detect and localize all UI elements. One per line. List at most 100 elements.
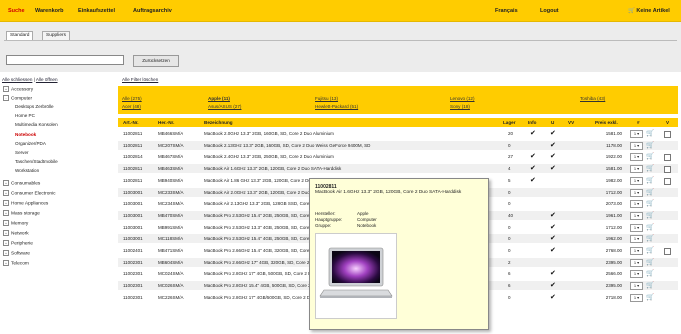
add-to-cart-icon[interactable]: 🛒 (646, 246, 654, 254)
language-link[interactable]: Français (495, 8, 518, 14)
sidebar-item-desktops[interactable]: Desktops Zerbrölle (15, 104, 54, 109)
filter-sony[interactable]: Sony (18) (450, 104, 470, 109)
sidebar-item-server[interactable]: Server (15, 150, 29, 155)
add-to-cart-icon[interactable]: 🛒 (646, 269, 654, 277)
nav-auftragsarchiv[interactable]: Auftragsarchiv (133, 8, 172, 14)
filter-fujitsu[interactable]: Fujitsu (13) (315, 96, 338, 101)
tab-suppliers[interactable]: Suppliers (42, 31, 70, 40)
category-consumables[interactable]: + Consumables (3, 180, 40, 186)
category-telecom[interactable]: + Telecom (3, 260, 29, 266)
quantity-input[interactable]: 1 ▾ (630, 130, 643, 138)
add-to-cart-icon[interactable]: 🛒 (646, 234, 654, 242)
search-input[interactable] (6, 55, 124, 65)
art-nr-link[interactable]: 11002811 (123, 131, 142, 136)
add-to-cart-icon[interactable]: 🛒 (646, 129, 654, 137)
quantity-input[interactable]: 1 ▾ (630, 235, 643, 244)
sidebar-item-taschen[interactable]: Taschen/Stadtmobile (15, 159, 58, 164)
add-to-cart-icon[interactable]: 🛒 (646, 141, 654, 149)
filter-all[interactable]: Alle (275) (122, 96, 142, 101)
add-to-cart-icon[interactable]: 🛒 (646, 176, 654, 184)
compare-checkbox[interactable] (664, 177, 671, 185)
add-to-cart-icon[interactable]: 🛒 (646, 152, 654, 160)
add-to-cart-icon[interactable]: 🛒 (646, 199, 654, 207)
category-software[interactable]: + Software (3, 250, 30, 256)
category-home-appliances[interactable]: + Home Appliances (3, 200, 48, 206)
quantity-input[interactable]: 1 ▾ (630, 211, 643, 220)
clear-filters-link[interactable]: Alle Filter löschen (122, 77, 158, 82)
nav-suche[interactable]: Suche (8, 8, 25, 14)
art-nr-link[interactable]: 11002401 (123, 248, 143, 253)
quantity-input[interactable]: 1 ▾ (630, 176, 643, 185)
quantity-input[interactable]: 1 ▾ (630, 247, 643, 255)
add-to-cart-icon[interactable]: 🛒 (646, 281, 654, 289)
compare-checkbox[interactable] (664, 166, 671, 174)
quantity-input[interactable]: 1 ▾ (630, 282, 643, 291)
quantity-input[interactable]: 1 ▾ (630, 293, 643, 302)
art-nr-link[interactable]: 11003001 (123, 201, 143, 206)
art-nr-link[interactable]: 11003001 (123, 190, 143, 195)
logout-link[interactable]: Logout (540, 8, 559, 14)
collapse-all-link[interactable]: Alle schliessen (2, 77, 32, 82)
nav-warenkorb[interactable]: Warenkorb (35, 8, 64, 14)
quantity-input[interactable]: 1 ▾ (630, 141, 643, 150)
art-nr-link[interactable]: 11003001 (123, 236, 143, 241)
add-to-cart-icon[interactable]: 🛒 (646, 223, 654, 231)
filter-lenovo[interactable]: Lenovo (12) (450, 96, 475, 101)
filter-hp[interactable]: Hewlett-Packard (51) (315, 104, 358, 109)
reset-button[interactable]: Zurücksetzen (133, 55, 179, 67)
add-to-cart-icon[interactable]: 🛒 (646, 211, 654, 219)
sidebar-item-multimedia[interactable]: Multimedia Konsolen (15, 122, 58, 127)
category-network[interactable]: + Network (3, 230, 29, 236)
quantity-input[interactable]: 1 ▾ (630, 188, 643, 197)
col-bezeichnung[interactable]: Bezeichnung (204, 120, 233, 125)
art-nr-link[interactable]: 11002301 (123, 271, 143, 276)
col-her-nr[interactable]: Her.-Nr. (158, 120, 174, 125)
add-to-cart-icon[interactable]: 🛒 (646, 293, 654, 301)
art-nr-link[interactable]: 11002301 (123, 260, 143, 265)
quantity-input[interactable]: 1 ▾ (630, 270, 643, 279)
add-to-cart-icon[interactable]: 🛒 (646, 164, 654, 172)
nav-einkaufszettel[interactable]: Einkaufszettel (78, 8, 115, 14)
quantity-input[interactable]: 1 ▾ (630, 258, 643, 267)
category-computer[interactable]: - Computer (3, 95, 32, 101)
art-nr-link[interactable]: 11003001 (123, 225, 143, 230)
quantity-input[interactable]: 1 ▾ (630, 223, 643, 232)
art-nr-link[interactable]: 11002814 (123, 154, 143, 159)
quantity-input[interactable]: 1 ▾ (630, 200, 643, 209)
table-row[interactable]: 11002814 MB467SM/A MacBook 2.4GHz 13.3" 2G… (118, 152, 678, 162)
expand-all-link[interactable]: Alle öffnen (36, 77, 58, 82)
product-description[interactable]: MacBook 2.4GHz 13.3" 2GB, 250GB, SD, Cor… (204, 154, 394, 159)
add-to-cart-icon[interactable]: 🛒 (646, 188, 654, 196)
product-description[interactable]: MacBook 2.0GHz 13.3" 2GB, 160GB, SD, Cor… (204, 131, 394, 136)
table-row[interactable]: 11002811 MC207SM/A MacBook 2.13GHz 13.3" 2… (118, 140, 678, 150)
table-row[interactable]: 11002811 MB463SM/A MacBook Air 1.6GHz 13.3… (118, 164, 678, 174)
filter-toshiba[interactable]: Toshiba (43) (580, 96, 605, 101)
quantity-input[interactable]: 1 ▾ (630, 165, 643, 174)
art-nr-link[interactable]: 11002301 (123, 283, 143, 288)
art-nr-link[interactable]: 11002301 (123, 295, 143, 300)
product-description[interactable]: MacBook 2.13GHz 13.3" 2GB, 160GB, SD, Co… (204, 143, 394, 148)
filter-acer[interactable]: Acer (48) (122, 104, 141, 109)
add-to-cart-icon[interactable]: 🛒 (646, 258, 654, 266)
compare-checkbox[interactable] (664, 248, 671, 255)
art-nr-link[interactable]: 11002811 (123, 166, 142, 171)
art-nr-link[interactable]: 11002811 (123, 143, 142, 148)
col-lager[interactable]: Lager (503, 120, 516, 125)
category-accessory[interactable]: + Accessory (3, 86, 33, 92)
category-mass-storage[interactable]: + Mass storage (3, 210, 40, 216)
sidebar-item-notebook[interactable]: Notebook (15, 132, 36, 137)
col-art-nr[interactable]: Art.-Nr. (123, 120, 139, 125)
sidebar-item-organizer[interactable]: Organizer/PDA (15, 141, 46, 146)
filter-asus[interactable]: Asus/ASUS (27) (208, 104, 241, 109)
filter-apple[interactable]: Apple (11) (208, 96, 230, 101)
cart-status[interactable]: 🛒 Keine Artikel (628, 8, 670, 14)
art-nr-link[interactable]: 11002811 (123, 178, 142, 183)
category-peripherie[interactable]: + Peripherie (3, 240, 33, 246)
compare-checkbox[interactable] (664, 131, 671, 138)
tab-standard[interactable]: Standard (6, 31, 34, 40)
category-consumer-electronic[interactable]: + Consumer Electronic (3, 190, 56, 196)
quantity-input[interactable]: 1 ▾ (630, 153, 643, 162)
sidebar-item-workstation[interactable]: Workstation (15, 168, 39, 173)
category-memory[interactable]: + Memory (3, 220, 28, 226)
compare-checkbox[interactable] (664, 154, 671, 162)
